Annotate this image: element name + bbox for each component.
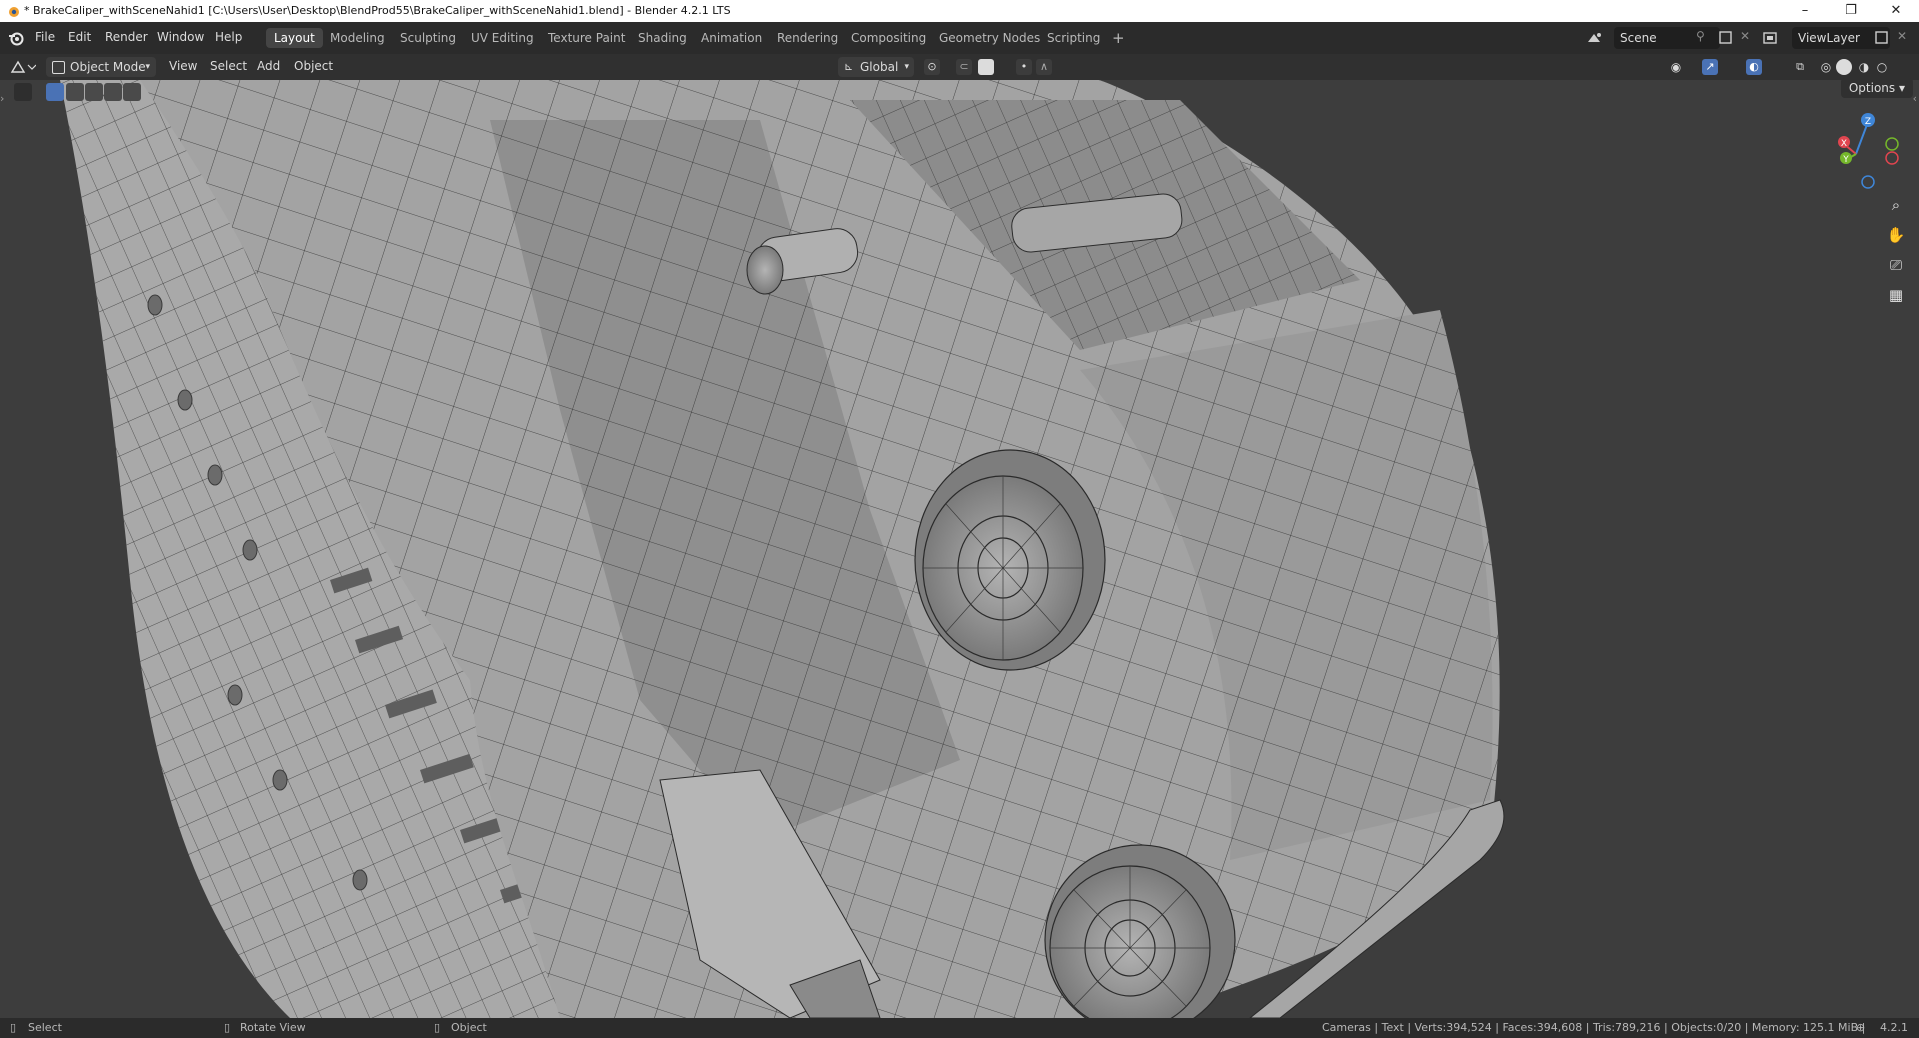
blender-menu-icon[interactable] <box>8 30 24 46</box>
xray-toggle-icon[interactable]: ⧉ <box>1792 59 1808 75</box>
material-shading-icon[interactable]: ◑ <box>1856 59 1872 75</box>
snap-icon[interactable]: ⊂ <box>956 59 972 75</box>
solid-shading-icon[interactable] <box>1836 59 1852 75</box>
select-extend-icon[interactable] <box>66 83 84 101</box>
3d-viewport[interactable]: › ‹ <box>0 80 1919 1018</box>
menu-edit[interactable]: Edit <box>68 30 91 44</box>
tab-uv-editing[interactable]: UV Editing <box>463 28 542 48</box>
falloff-icon[interactable]: ∧ <box>1036 59 1052 75</box>
blender-version: 4.2.1 <box>1880 1021 1908 1034</box>
pin-icon[interactable]: ⚲ <box>1696 29 1705 43</box>
rendered-shading-icon[interactable]: ○ <box>1874 59 1890 75</box>
scene-icon[interactable] <box>1586 30 1604 46</box>
select-tool-icon[interactable] <box>14 83 32 101</box>
options-dropdown[interactable]: Options ▾ <box>1840 78 1913 98</box>
menu-add[interactable]: Add <box>257 59 280 73</box>
tab-compositing[interactable]: Compositing <box>843 28 934 48</box>
select-new-icon[interactable] <box>46 83 64 101</box>
orientation-icon: ⊾ <box>844 60 854 73</box>
mouse-middle-icon: ▯ <box>224 1021 231 1034</box>
remove-scene-icon[interactable]: ✕ <box>1740 29 1750 43</box>
scene-statistics: Cameras | Text | Verts:394,524 | Faces:3… <box>1322 1021 1866 1034</box>
network-icon: ⊕ <box>1856 1021 1866 1034</box>
zoom-icon[interactable]: ⌕ <box>1883 192 1909 218</box>
axis-x-label: X <box>1841 139 1847 149</box>
top-bar: File Edit Render Window Help Layout Mode… <box>0 22 1919 54</box>
menu-view[interactable]: View <box>169 59 197 73</box>
menu-render[interactable]: Render <box>105 30 148 44</box>
tab-texture-paint[interactable]: Texture Paint <box>540 28 633 48</box>
select-intersect-icon[interactable] <box>123 83 141 101</box>
object-mode-icon <box>52 61 65 74</box>
status-bar: ▯ Select ▯ Rotate View ▯ Object Cameras … <box>0 1018 1919 1038</box>
mode-selector[interactable]: Object Mode ▾ <box>46 57 156 77</box>
tab-scripting[interactable]: Scripting <box>1039 28 1108 48</box>
mouse-left-icon: ▯ <box>10 1021 17 1034</box>
snap-target-icon[interactable] <box>978 59 994 75</box>
menu-file[interactable]: File <box>35 30 55 44</box>
chevron-down-icon: ▾ <box>904 62 909 72</box>
tab-geometry-nodes[interactable]: Geometry Nodes <box>931 28 1048 48</box>
select-invert-icon[interactable] <box>104 83 122 101</box>
pivot-point-icon[interactable]: ⊙ <box>924 59 940 75</box>
new-scene-icon[interactable] <box>1718 30 1734 46</box>
pan-hand-icon[interactable]: ✋ <box>1883 222 1909 248</box>
proportional-editing-icon[interactable]: • <box>1016 59 1032 75</box>
new-view-layer-icon[interactable] <box>1874 30 1890 46</box>
navigation-gizmo[interactable]: Z X Y <box>1822 108 1902 192</box>
close-button[interactable]: ✕ <box>1873 0 1919 22</box>
menu-help[interactable]: Help <box>215 30 242 44</box>
tab-layout[interactable]: Layout <box>266 28 323 48</box>
minimize-button[interactable]: – <box>1782 0 1828 22</box>
sidebar-toggle-icon[interactable]: ‹ <box>1913 92 1917 105</box>
window-title: * BrakeCaliper_withSceneNahid1 [C:\Users… <box>24 4 731 17</box>
select-subtract-icon[interactable] <box>85 83 103 101</box>
orientation-label: Global <box>860 60 899 74</box>
status-rotate-view: Rotate View <box>240 1021 306 1034</box>
wireframe-shading-icon[interactable]: ◎ <box>1818 59 1834 75</box>
overlay-toggle-icon[interactable]: ◐ <box>1746 59 1762 75</box>
brake-caliper-mesh <box>60 80 1505 1018</box>
maximize-button[interactable]: ❐ <box>1828 0 1874 22</box>
perspective-toggle-icon[interactable]: ▦ <box>1883 282 1909 308</box>
add-workspace-button[interactable]: + <box>1104 28 1133 48</box>
chevron-down-icon: ▾ <box>145 62 150 72</box>
tab-rendering[interactable]: Rendering <box>769 28 846 48</box>
tab-animation[interactable]: Animation <box>693 28 770 48</box>
menu-window[interactable]: Window <box>157 30 204 44</box>
status-object: Object <box>451 1021 487 1034</box>
gizmo-toggle-icon[interactable]: ↗ <box>1702 59 1718 75</box>
toolbar-toggle-icon[interactable]: › <box>0 92 4 105</box>
window-title-bar: * BrakeCaliper_withSceneNahid1 [C:\Users… <box>0 0 1919 22</box>
options-label: Options <box>1848 81 1896 95</box>
view-layer-icon[interactable] <box>1762 30 1780 46</box>
status-select: Select <box>28 1021 62 1034</box>
visibility-eye-icon[interactable]: ◉ <box>1668 59 1684 75</box>
axis-y-label: Y <box>1842 155 1849 165</box>
viewport-header: Object Mode ▾ View Select Add Object ⊾ G… <box>0 54 1919 80</box>
tab-sculpting[interactable]: Sculpting <box>392 28 464 48</box>
remove-view-layer-icon[interactable]: ✕ <box>1897 29 1907 43</box>
tab-shading[interactable]: Shading <box>630 28 695 48</box>
transform-orientation-selector[interactable]: ⊾ Global ▾ <box>838 57 914 77</box>
axis-z-label: Z <box>1865 117 1871 127</box>
tab-modeling[interactable]: Modeling <box>322 28 393 48</box>
mouse-right-icon: ▯ <box>434 1021 441 1034</box>
blender-logo-icon <box>9 7 19 17</box>
menu-object[interactable]: Object <box>294 59 333 73</box>
mode-label: Object Mode <box>70 60 146 74</box>
editor-type-icon[interactable] <box>10 59 36 75</box>
menu-select[interactable]: Select <box>210 59 247 73</box>
camera-view-icon[interactable]: ⎚ <box>1883 252 1909 278</box>
